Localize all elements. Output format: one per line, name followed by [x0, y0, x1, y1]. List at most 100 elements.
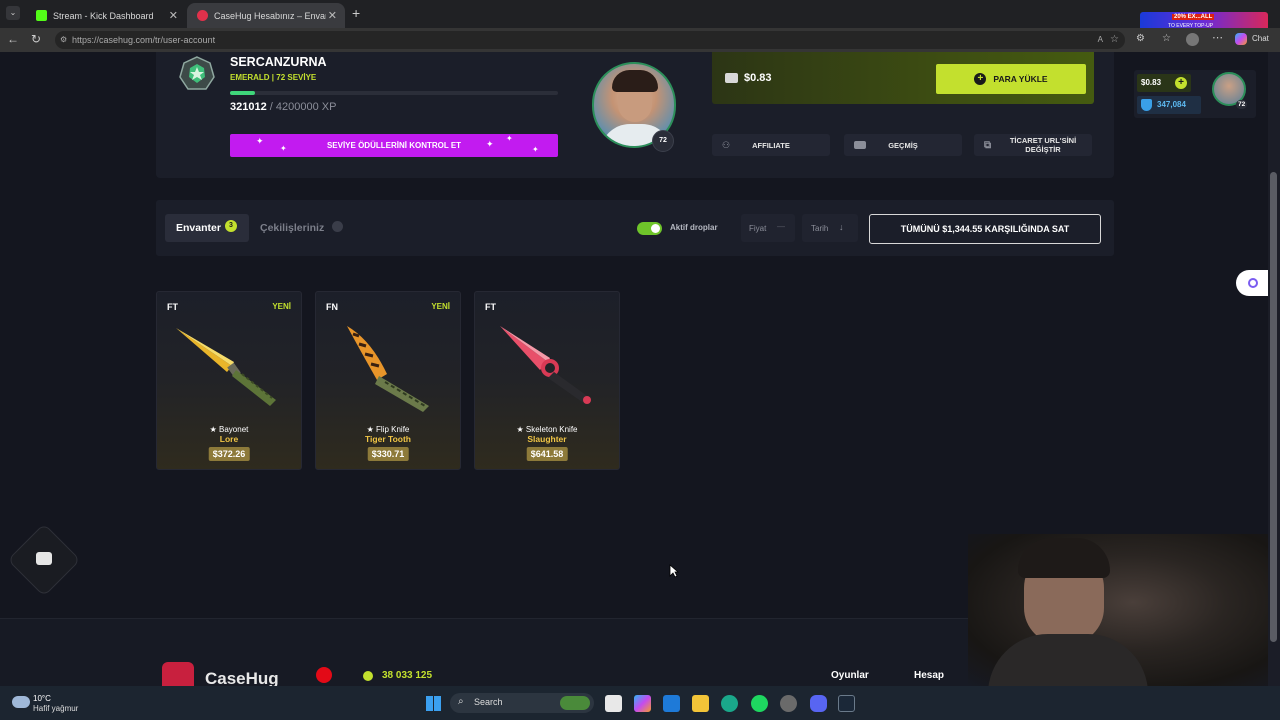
sort-date-label: Tarih — [811, 224, 829, 233]
item-card[interactable]: FT ★ Skeleton Knife Slaughter $641.58 — [474, 291, 620, 470]
item-condition: FT — [485, 302, 496, 312]
item-card[interactable]: FT YENİ ★ Bayonet Lore $372.26 — [156, 291, 302, 470]
more-menu-icon[interactable]: ⋯ — [1212, 31, 1223, 44]
item-name: ★ Skeleton Knife — [516, 425, 578, 434]
xp-readout: 321012 / 4200000 XP — [230, 101, 336, 113]
xp-current: 321012 — [230, 101, 267, 113]
footer-brand: CaseHug — [205, 669, 279, 686]
edge-icon[interactable] — [721, 695, 738, 712]
wallet-box: $0.83 + PARA YÜKLE — [712, 52, 1094, 104]
spotify-icon[interactable] — [751, 695, 768, 712]
steam-icon[interactable] — [838, 695, 855, 712]
level-rewards-button[interactable]: ✦ ✦ SEVİYE ÖDÜLLERİNİ KONTROL ET ✦ ✦ ✦ — [230, 134, 558, 157]
search-highlight-icon — [560, 696, 590, 710]
taskbar-search[interactable]: ⌕ Search — [450, 693, 594, 713]
tab-list-chevron-icon[interactable]: ⌄ — [6, 6, 20, 20]
page-scrollbar[interactable] — [1268, 52, 1280, 686]
item-card[interactable]: FN YENİ ★ Flip Knife Tiger Tooth $330.71 — [315, 291, 461, 470]
tab-inventory-label: Envanter — [176, 222, 221, 234]
profile-icon[interactable] — [1186, 33, 1199, 46]
turkey-flag-icon[interactable] — [316, 667, 332, 683]
windows-start-icon[interactable] — [426, 696, 441, 711]
users-icon: ⚇ — [722, 139, 731, 150]
history-button[interactable]: GEÇMİŞ — [844, 134, 962, 156]
sparkle-icon: ✦ — [532, 145, 539, 154]
tab-withdrawals[interactable]: Çekilişleriniz — [260, 222, 324, 234]
wallet-icon — [725, 73, 738, 83]
site-info-icon[interactable]: ⚙ — [60, 31, 67, 49]
webcam-person-hair — [1018, 538, 1110, 578]
sort-date-button[interactable]: Tarih ↓ — [802, 214, 858, 242]
discord-icon[interactable] — [810, 695, 827, 712]
sell-all-label: TÜMÜNÜ $1,344.55 KARŞILIĞINDA SAT — [900, 224, 1070, 234]
trade-url-button[interactable]: ⧉ TİCARET URL'SİNİ DEĞİŞTİR — [974, 134, 1092, 156]
sparkle-icon: ✦ — [280, 144, 287, 153]
copilot-icon[interactable] — [1235, 33, 1247, 45]
tab-label: CaseHug Hesabınız – Envanter ve — [214, 10, 326, 21]
tab-inventory[interactable]: Envanter 3 — [165, 214, 249, 242]
casehug-logo-icon — [162, 662, 194, 686]
url-field[interactable]: ⚙ https://casehug.com/tr/user-account A … — [55, 31, 1125, 49]
xp-progress-track — [230, 91, 558, 95]
header-topup-icon[interactable]: + — [1175, 77, 1187, 89]
header-balance: $0.83 — [1141, 78, 1162, 87]
store-icon[interactable] — [663, 695, 680, 712]
tab-casehug[interactable]: CaseHug Hesabınız – Envanter ve ✕ — [187, 3, 345, 28]
item-new-badge: YENİ — [272, 302, 291, 311]
header-user-widget: $0.83 + 347,084 72 — [1134, 70, 1256, 118]
tab-label: Stream - Kick Dashboard — [53, 10, 154, 21]
webcam-person-body — [988, 634, 1148, 686]
chat-label[interactable]: Chat — [1252, 34, 1269, 43]
copilot-taskbar-icon[interactable] — [634, 695, 651, 712]
affiliate-button[interactable]: ⚇ AFFILIATE — [712, 134, 830, 156]
chrome-icon[interactable] — [780, 695, 797, 712]
footer-link-account[interactable]: Hesap — [914, 670, 944, 681]
read-aloud-icon[interactable]: A — [1098, 31, 1103, 49]
sort-neutral-icon: — — [777, 222, 785, 231]
item-skin: Lore — [219, 434, 239, 444]
weather-desc: Hafif yağmur — [33, 704, 79, 713]
task-view-icon[interactable] — [605, 695, 622, 712]
xp-total: / 4200000 XP — [269, 101, 337, 113]
browser-toolbar: ← ↻ ⚙ https://casehug.com/tr/user-accoun… — [0, 28, 1280, 52]
topup-button[interactable]: + PARA YÜKLE — [936, 64, 1086, 94]
sell-all-button[interactable]: TÜMÜNÜ $1,344.55 KARŞILIĞINDA SAT — [869, 214, 1101, 244]
floating-spinner-button[interactable] — [1236, 270, 1268, 296]
close-tab-icon[interactable]: ✕ — [328, 9, 337, 22]
scrollbar-thumb[interactable] — [1270, 172, 1277, 642]
webcam-overlay — [968, 534, 1268, 686]
withdrawals-count-badge — [332, 221, 343, 232]
new-tab-button[interactable]: + — [352, 5, 360, 21]
sparkle-icon: ✦ — [506, 134, 513, 143]
kick-logo-icon — [36, 10, 47, 21]
rank-emblem-icon — [179, 56, 215, 90]
username: SERCANZURNA — [230, 55, 327, 69]
flip-knife-icon — [347, 326, 429, 412]
weather-cloud-icon[interactable] — [12, 696, 30, 708]
favorites-icon[interactable]: ☆ — [1162, 33, 1171, 44]
external-link-icon: ⧉ — [984, 139, 992, 151]
topup-label: PARA YÜKLE — [993, 74, 1048, 84]
avatar-hair — [612, 70, 658, 92]
favorite-star-icon[interactable]: ☆ — [1110, 31, 1119, 49]
file-explorer-icon[interactable] — [692, 695, 709, 712]
sparkle-icon: ✦ — [256, 136, 264, 146]
extensions-icon[interactable]: ⚙ — [1136, 33, 1145, 44]
tab-kick-dashboard[interactable]: Stream - Kick Dashboard ✕ — [26, 3, 186, 28]
reload-icon[interactable]: ↻ — [31, 32, 41, 46]
active-drops-toggle[interactable] — [637, 222, 662, 235]
back-icon[interactable]: ← — [7, 32, 19, 46]
header-coins-pill[interactable]: 347,084 — [1137, 96, 1201, 114]
footer-link-games[interactable]: Oyunlar — [831, 670, 869, 681]
item-name: ★ Bayonet — [209, 425, 249, 434]
xp-progress-fill — [230, 91, 255, 95]
item-price: $641.58 — [526, 447, 568, 461]
item-skin: Slaughter — [527, 434, 567, 444]
sort-price-button[interactable]: Fiyat — — [741, 214, 795, 242]
browser-tab-bar: ⌄ Stream - Kick Dashboard ✕ CaseHug Hesa… — [0, 0, 1280, 32]
ad-text: 20% EX...ALL — [1172, 14, 1215, 20]
sparkle-icon: ✦ — [486, 139, 494, 149]
close-tab-icon[interactable]: ✕ — [169, 9, 178, 22]
weather-temp: 10°C — [33, 694, 51, 703]
header-balance-pill[interactable]: $0.83 + — [1137, 74, 1191, 92]
